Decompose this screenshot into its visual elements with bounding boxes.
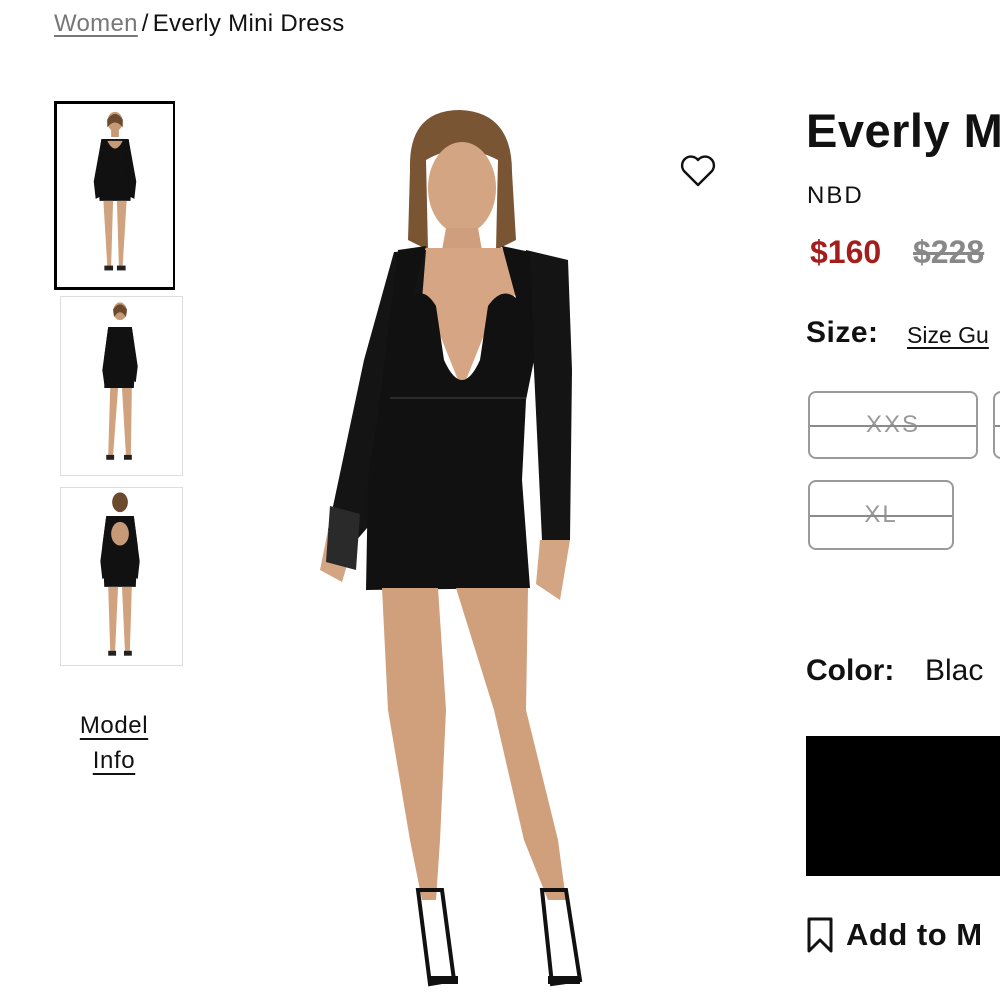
original-price: $228 bbox=[913, 234, 985, 270]
size-option-next[interactable] bbox=[993, 391, 1000, 459]
color-value: Blac bbox=[925, 654, 984, 687]
product-brand: NBD bbox=[807, 182, 864, 209]
bookmark-icon bbox=[807, 917, 833, 953]
breadcrumb-women-link[interactable]: Women bbox=[54, 10, 138, 37]
thumbnail-1[interactable] bbox=[54, 101, 175, 290]
color-label: Color: bbox=[806, 654, 895, 687]
main-product-image[interactable] bbox=[290, 100, 590, 1000]
size-guide-link[interactable]: Size Gu bbox=[907, 322, 989, 349]
thumbnail-front-image bbox=[57, 106, 173, 285]
size-label: Size: bbox=[806, 316, 879, 349]
model-dress-image bbox=[290, 100, 590, 1000]
add-to-wishlist-button[interactable]: Add to M bbox=[806, 916, 983, 954]
model-info-line1: Model bbox=[79, 712, 149, 739]
wishlist-heart-button[interactable] bbox=[680, 154, 716, 188]
size-option-xl[interactable]: XL bbox=[808, 480, 954, 550]
breadcrumb-current: Everly Mini Dress bbox=[152, 10, 345, 37]
sale-price: $160 bbox=[810, 234, 882, 270]
breadcrumb-separator: / bbox=[141, 10, 149, 37]
heart-icon bbox=[680, 155, 716, 187]
thumbnail-side-image bbox=[61, 297, 182, 475]
color-swatch-black[interactable] bbox=[806, 736, 1000, 876]
model-info-line2: Info bbox=[92, 747, 136, 774]
thumbnail-2[interactable] bbox=[60, 296, 183, 476]
add-to-wishlist-label: Add to M bbox=[846, 917, 983, 952]
size-option-xxs[interactable]: XXS bbox=[808, 391, 978, 459]
thumbnail-back-image bbox=[61, 488, 182, 665]
product-title: Everly M bbox=[806, 104, 1000, 157]
size-option-label: XXS bbox=[865, 411, 921, 438]
breadcrumb: Women / Everly Mini Dress bbox=[54, 10, 345, 38]
size-option-label: XL bbox=[864, 501, 898, 528]
thumbnail-3[interactable] bbox=[60, 487, 183, 666]
model-info-link[interactable]: Model Info bbox=[62, 708, 166, 778]
